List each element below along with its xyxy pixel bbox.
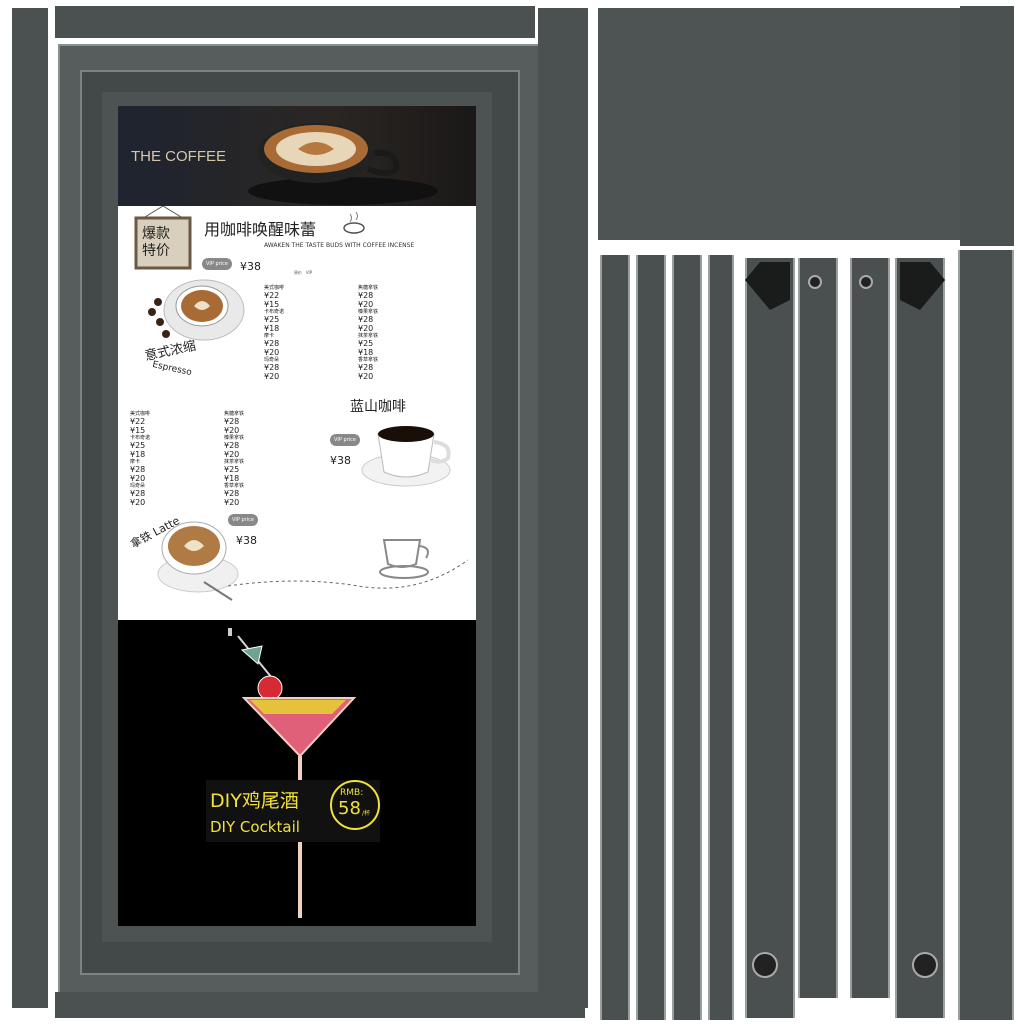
coffee-menu-panel: 爆款特价 用咖啡唤醒味蕾 AWAKEN THE TASTE BUDS WITH … (118, 206, 476, 620)
table-row: 美式咖啡¥22¥15 (264, 285, 285, 309)
table-row: 卡布奇诺¥25¥18 (130, 435, 151, 459)
table-row: 玛奇朵¥28¥20 (130, 483, 146, 507)
table-row: 榛果拿铁¥28¥20 (224, 435, 245, 459)
sign-label: 爆款特价 (142, 226, 170, 259)
table-row: 抹茶拿铁¥25¥18 (358, 333, 379, 357)
price-38-2: ¥38 (330, 454, 351, 467)
cocktail-unit: /杯 (362, 810, 371, 817)
cocktail-price: 58 (338, 798, 361, 819)
headline-cn: 用咖啡唤醒味蕾 (204, 220, 317, 239)
coffee-cup-hero-image (248, 123, 438, 205)
cocktail-label-cn: DIY鸡尾酒 (210, 790, 299, 812)
table-row: 摩卡¥28¥20 (264, 333, 280, 357)
table-row: 抹茶拿铁¥25¥18 (224, 459, 245, 483)
table-row: 焦糖拿铁¥28¥20 (358, 285, 379, 309)
cup-outline-icon (379, 539, 429, 579)
cocktail-glass-image (228, 628, 357, 918)
table-row: 焦糖拿铁¥28¥20 (224, 411, 245, 435)
cocktail-label-en: DIY Cocktail (210, 818, 300, 836)
table-row: 香草拿铁¥28¥20 (224, 483, 245, 507)
cocktail-price-circle: RMB: 58 /杯 (330, 780, 380, 830)
table-row: 美式咖啡¥22¥15 (130, 411, 151, 435)
table-row: 榛果拿铁¥28¥20 (358, 309, 379, 333)
headline-en: AWAKEN THE TASTE BUDS WITH COFFEE INCENS… (264, 242, 415, 249)
table-row: 玛奇朵¥28¥20 (264, 357, 280, 381)
table-row: 香草拿铁¥28¥20 (358, 357, 379, 381)
cocktail-panel: DIY鸡尾酒 DIY Cocktail RMB: 58 /杯 (118, 620, 476, 926)
menu-header-banner: THE COFFEE (118, 106, 476, 206)
cocktail-currency: RMB: (340, 788, 364, 798)
table1-header: 原价 VIP (294, 270, 313, 275)
blue-mountain-cup-image (361, 426, 451, 487)
coffee-title: THE COFFEE (131, 148, 227, 165)
table-row: 卡布奇诺¥25¥18 (264, 309, 285, 333)
steam-cup-icon (343, 211, 365, 234)
espresso-label-en: Espresso (151, 359, 193, 379)
texture-atlas: THE COFFEE 爆款特价 用咖啡唤醒味蕾 AWAKEN THE TASTE… (0, 0, 1024, 1024)
vip-badge-1: VIP price (202, 258, 232, 270)
table-row: 摩卡¥28¥20 (130, 459, 146, 483)
